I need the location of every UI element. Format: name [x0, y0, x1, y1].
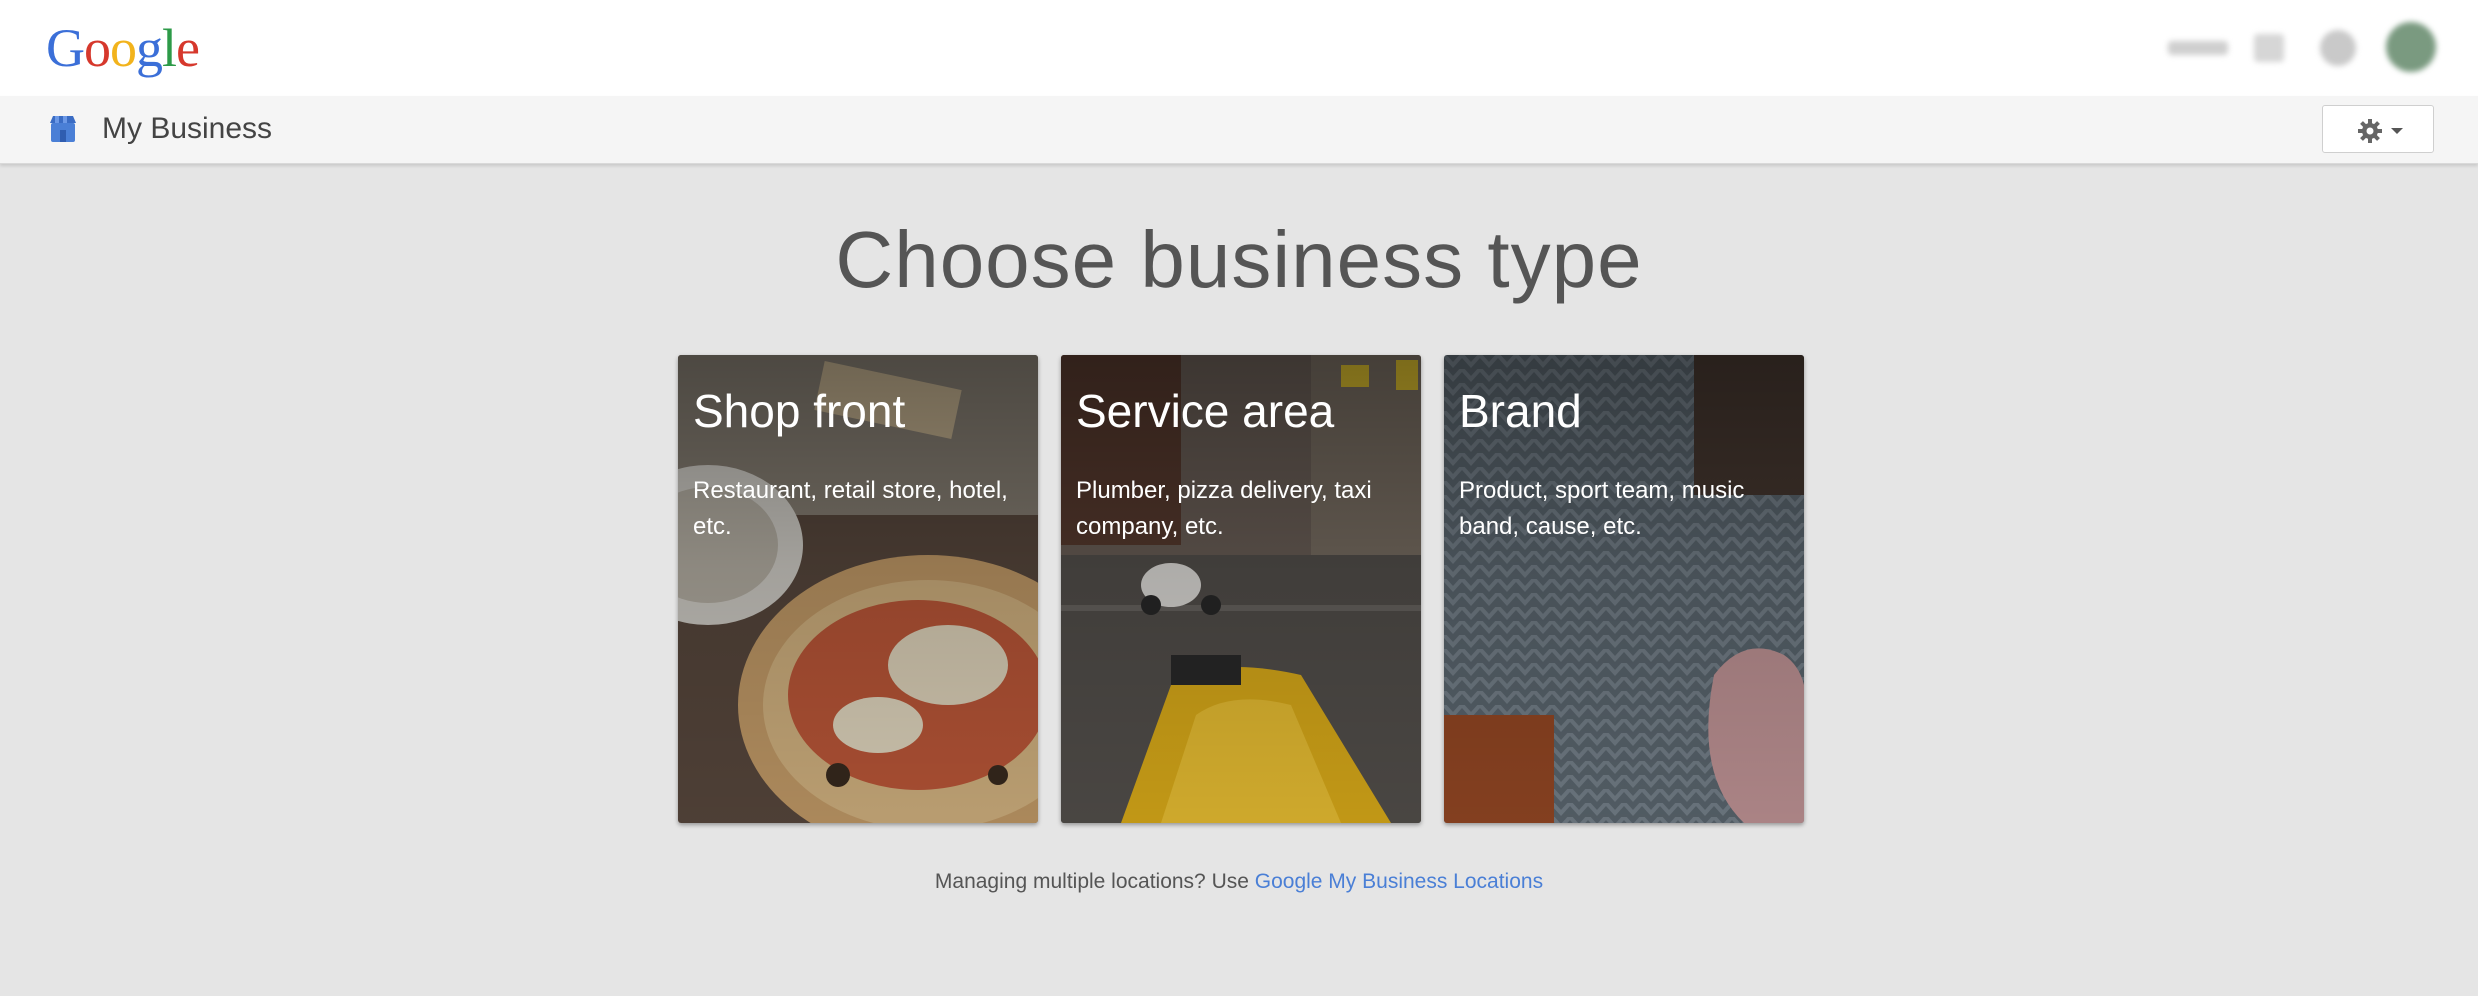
multiple-locations-note: Managing multiple locations? Use Google …	[0, 868, 2478, 896]
logo-letter: e	[176, 18, 200, 78]
card-title: Brand	[1459, 385, 1582, 437]
google-logo[interactable]: Google	[46, 18, 200, 78]
footer-text: Managing multiple locations? Use	[934, 870, 1255, 893]
product-title: My Business	[102, 112, 273, 145]
card-title: Service area	[1076, 385, 1335, 437]
blurred-account-link[interactable]	[2168, 41, 2228, 55]
logo-letter: G	[46, 18, 85, 78]
shop-front-card[interactable]: Shop front Restaurant, retail store, hot…	[678, 355, 1038, 823]
card-description: Product, sport team, music band, cause, …	[1459, 477, 1745, 540]
card-description: Plumber, pizza delivery, taxi company, e…	[1076, 477, 1372, 540]
page-title: Choose business type	[835, 215, 1643, 304]
gear-icon	[2358, 119, 2382, 143]
logo-letter: o	[110, 18, 137, 78]
product-bar: My Business	[0, 96, 2478, 164]
locations-link[interactable]: Google My Business Locations	[1255, 870, 1543, 893]
logo-letter: g	[136, 18, 163, 78]
notifications-icon[interactable]	[2320, 30, 2356, 66]
card-description: Restaurant, retail store, hotel, etc.	[693, 477, 1008, 540]
logo-letter: l	[162, 18, 177, 78]
apps-grid-icon[interactable]	[2254, 34, 2284, 62]
store-icon	[50, 116, 76, 142]
avatar[interactable]	[2386, 22, 2436, 72]
card-title: Shop front	[693, 385, 906, 437]
top-bar: Google	[0, 0, 2478, 96]
chevron-down-icon	[2391, 128, 2403, 134]
service-area-card[interactable]: Service area Plumber, pizza delivery, ta…	[1061, 355, 1421, 823]
logo-letter: o	[84, 18, 111, 78]
brand-card[interactable]: Brand Product, sport team, music band, c…	[1444, 355, 1804, 823]
settings-button[interactable]	[2322, 105, 2434, 153]
